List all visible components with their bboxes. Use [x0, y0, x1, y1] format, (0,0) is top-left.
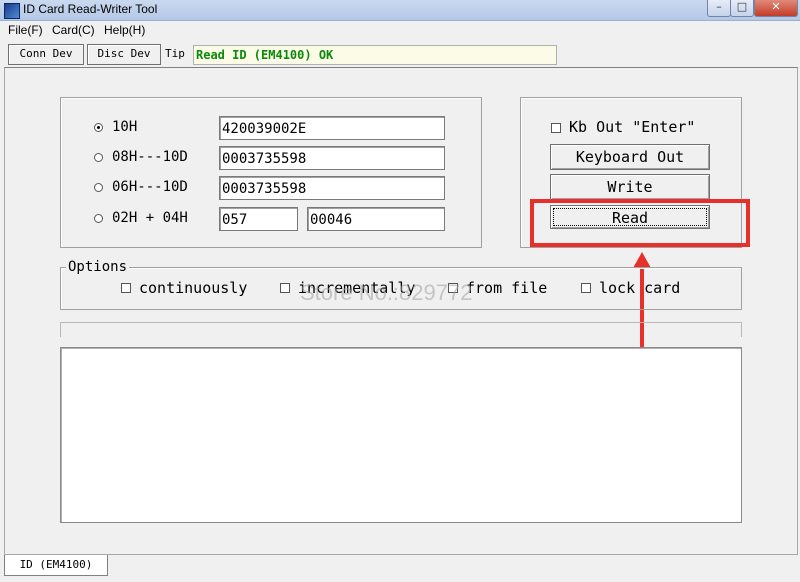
continuously-checkbox[interactable]: [121, 283, 131, 293]
label-06h: 06H---10D: [112, 179, 188, 195]
kb-out-enter-label: Kb Out "Enter": [569, 118, 696, 136]
menu-bar: File(F) Card(C) Help(H): [0, 21, 800, 40]
menu-help[interactable]: Help(H): [104, 23, 145, 37]
maximize-button[interactable]: □: [730, 0, 754, 17]
label-08h: 08H---10D: [112, 149, 188, 165]
window-title: ID Card Read-Writer Tool: [23, 2, 158, 16]
close-button[interactable]: ✕: [754, 0, 798, 17]
minimize-button[interactable]: –: [707, 0, 731, 17]
menu-card[interactable]: Card(C): [52, 23, 95, 37]
keyboard-out-button[interactable]: Keyboard Out: [550, 144, 710, 170]
radio-02h[interactable]: [94, 214, 103, 223]
label-10h: 10H: [112, 119, 138, 135]
tip-status-field: Read ID (EM4100) OK: [193, 45, 557, 65]
kb-out-enter-checkbox[interactable]: [551, 123, 561, 133]
field-04h[interactable]: 00046: [307, 207, 445, 231]
from-file-label: from file: [466, 279, 548, 297]
app-icon: [4, 3, 20, 19]
field-02h[interactable]: 057: [219, 207, 298, 231]
field-10h[interactable]: 420039002E: [219, 116, 445, 140]
radio-06h[interactable]: [94, 183, 103, 192]
output-log-area[interactable]: [60, 347, 742, 523]
tip-label: Tip: [165, 47, 185, 60]
lock-card-checkbox[interactable]: [581, 283, 591, 293]
radio-08h[interactable]: [94, 153, 103, 162]
menu-file[interactable]: File(F): [8, 23, 43, 37]
lock-card-label: lock card: [599, 279, 681, 297]
separator-bar: [60, 322, 742, 337]
highlight-annotation-box: [530, 199, 750, 247]
options-legend: Options: [66, 259, 130, 275]
continuously-label: continuously: [139, 279, 248, 297]
write-button[interactable]: Write: [550, 174, 710, 200]
field-06h[interactable]: 0003735598: [219, 176, 445, 200]
watermark: Store No.:829772: [300, 280, 473, 305]
incrementally-checkbox[interactable]: [280, 283, 290, 293]
radio-10h[interactable]: [94, 123, 103, 132]
conn-dev-button[interactable]: Conn Dev: [8, 44, 84, 65]
disc-dev-button[interactable]: Disc Dev: [87, 44, 161, 65]
field-08h[interactable]: 0003735598: [219, 146, 445, 170]
label-02h: 02H + 04H: [112, 210, 188, 226]
tab-id-em4100[interactable]: ID (EM4100): [4, 555, 108, 576]
